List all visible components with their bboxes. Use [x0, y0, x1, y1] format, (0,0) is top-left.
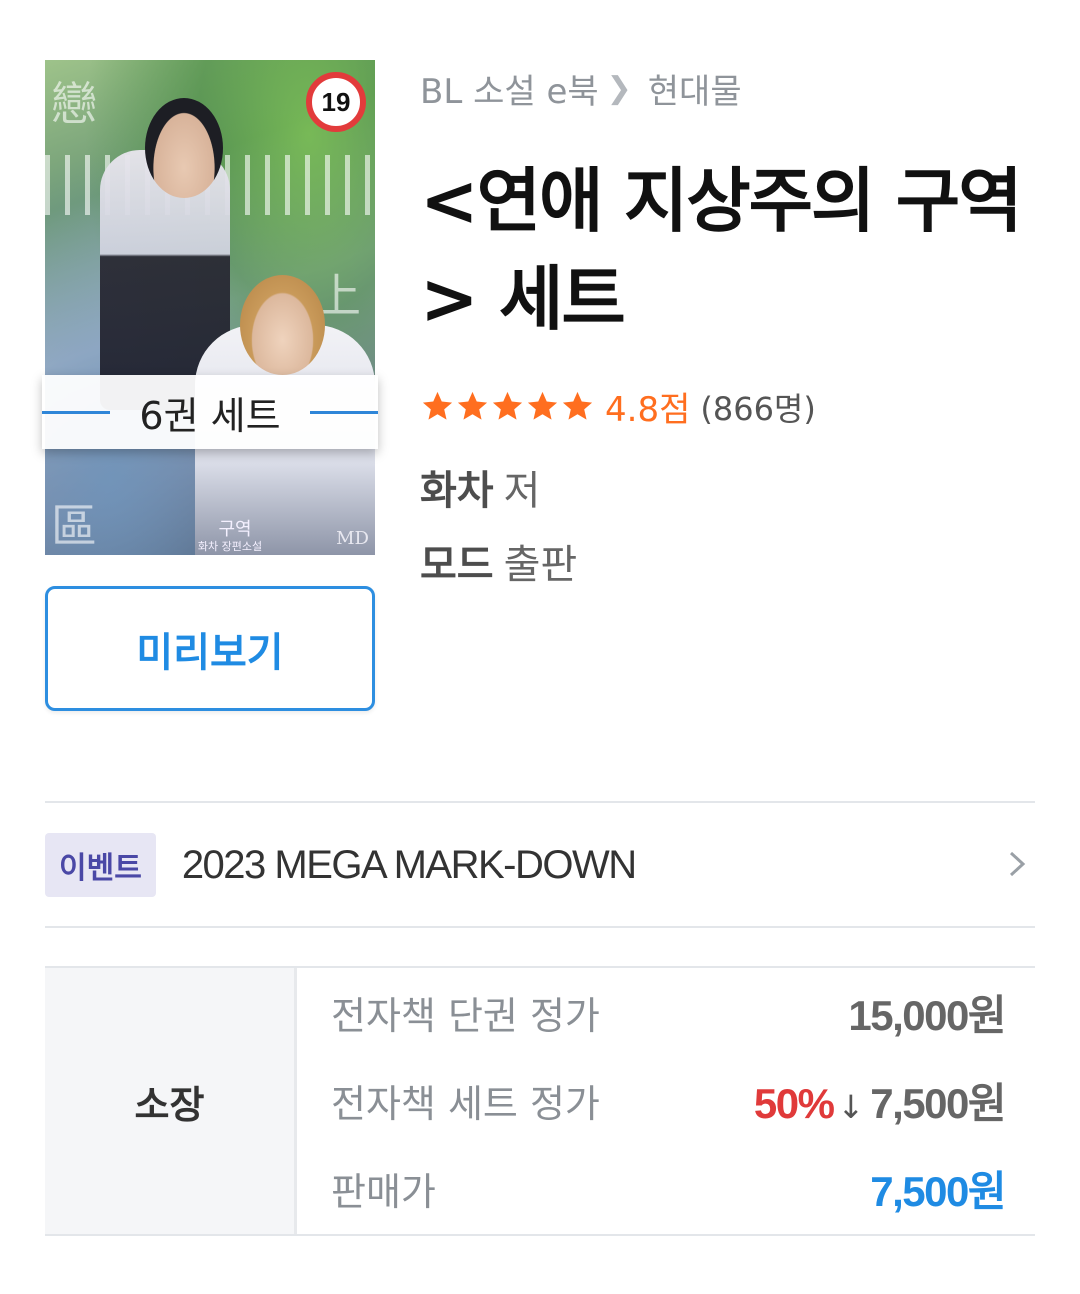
chevron-right-icon: ❯ — [606, 71, 632, 106]
price-value: 7,500원 — [870, 1079, 1006, 1127]
set-count-label: 6권 세트 — [139, 393, 281, 438]
purchase-type-label: 소장 — [45, 968, 297, 1234]
event-badge: 이벤트 — [45, 833, 156, 897]
divider — [45, 926, 1035, 928]
price-row-single: 전자책 단권 정가 15,000원 — [331, 968, 1006, 1056]
discount-rate: 50% — [753, 1079, 835, 1127]
publisher-name[interactable]: 모드 — [420, 542, 494, 588]
cover-publisher-mark: MD — [336, 528, 369, 549]
price-label: 전자책 단권 정가 — [331, 993, 600, 1038]
rating-score: 4.8점 — [605, 390, 691, 430]
star-icon — [422, 391, 453, 420]
price-label: 판매가 — [331, 1169, 436, 1214]
price-value-group: 50% ↓ 7,500원 — [753, 1070, 1007, 1131]
rating-summary[interactable]: 4.8점 (866명) — [420, 382, 816, 431]
book-title: <연애 지상주의 구역> 세트 — [420, 160, 1023, 340]
banner-line-right — [310, 411, 378, 414]
author-name[interactable]: 화차 — [420, 468, 494, 514]
price-row-set: 전자책 세트 정가 50% ↓ 7,500원 — [331, 1056, 1007, 1144]
down-arrow-icon: ↓ — [837, 1087, 865, 1126]
star-icon — [527, 391, 558, 420]
banner-line-left — [42, 411, 110, 414]
star-icon — [562, 391, 593, 420]
age-rating-badge: 19 — [306, 72, 366, 132]
breadcrumb-category[interactable]: BL 소설 e북 — [420, 64, 599, 113]
sale-price-value: 7,500원 — [870, 1167, 1006, 1215]
author-row: 화차 저 — [420, 458, 540, 516]
book-cover-image[interactable]: 戀 上 區 域 구역 화차 장편소설 01 MD — [45, 60, 375, 555]
cover-book-author: 화차 장편소설 — [197, 540, 263, 553]
star-rating — [420, 389, 595, 424]
preview-button[interactable]: 미리보기 — [45, 586, 375, 711]
cover-character-2-head — [240, 275, 325, 375]
author-suffix: 저 — [503, 468, 541, 514]
cover-character-1-head — [145, 98, 223, 198]
set-count-banner: 6권 세트 — [42, 375, 378, 449]
cover-kanji-decoration: 區 — [51, 499, 97, 553]
event-row[interactable]: 이벤트 2023 MEGA MARK-DOWN — [45, 803, 1035, 927]
star-icon — [492, 391, 523, 420]
price-table: 소장 전자책 단권 정가 15,000원 전자책 세트 정가 50% ↓ 7,5… — [45, 966, 1035, 1236]
star-icon — [457, 391, 488, 420]
event-title: 2023 MEGA MARK-DOWN — [181, 842, 637, 887]
price-row-sale: 판매가 7,500원 — [331, 1144, 1006, 1232]
publisher-row: 모드 출판 — [420, 532, 577, 590]
price-value: 15,000원 — [848, 991, 1006, 1039]
publisher-suffix: 출판 — [503, 542, 578, 588]
rating-count: (866명) — [700, 389, 816, 428]
chevron-right-icon — [1009, 851, 1026, 877]
breadcrumb-subcategory[interactable]: 현대물 — [648, 64, 742, 113]
price-label: 전자책 세트 정가 — [331, 1081, 600, 1126]
breadcrumb: BL 소설 e북 ❯ 현대물 — [420, 64, 742, 113]
cover-kanji-decoration: 戀 — [51, 77, 97, 131]
